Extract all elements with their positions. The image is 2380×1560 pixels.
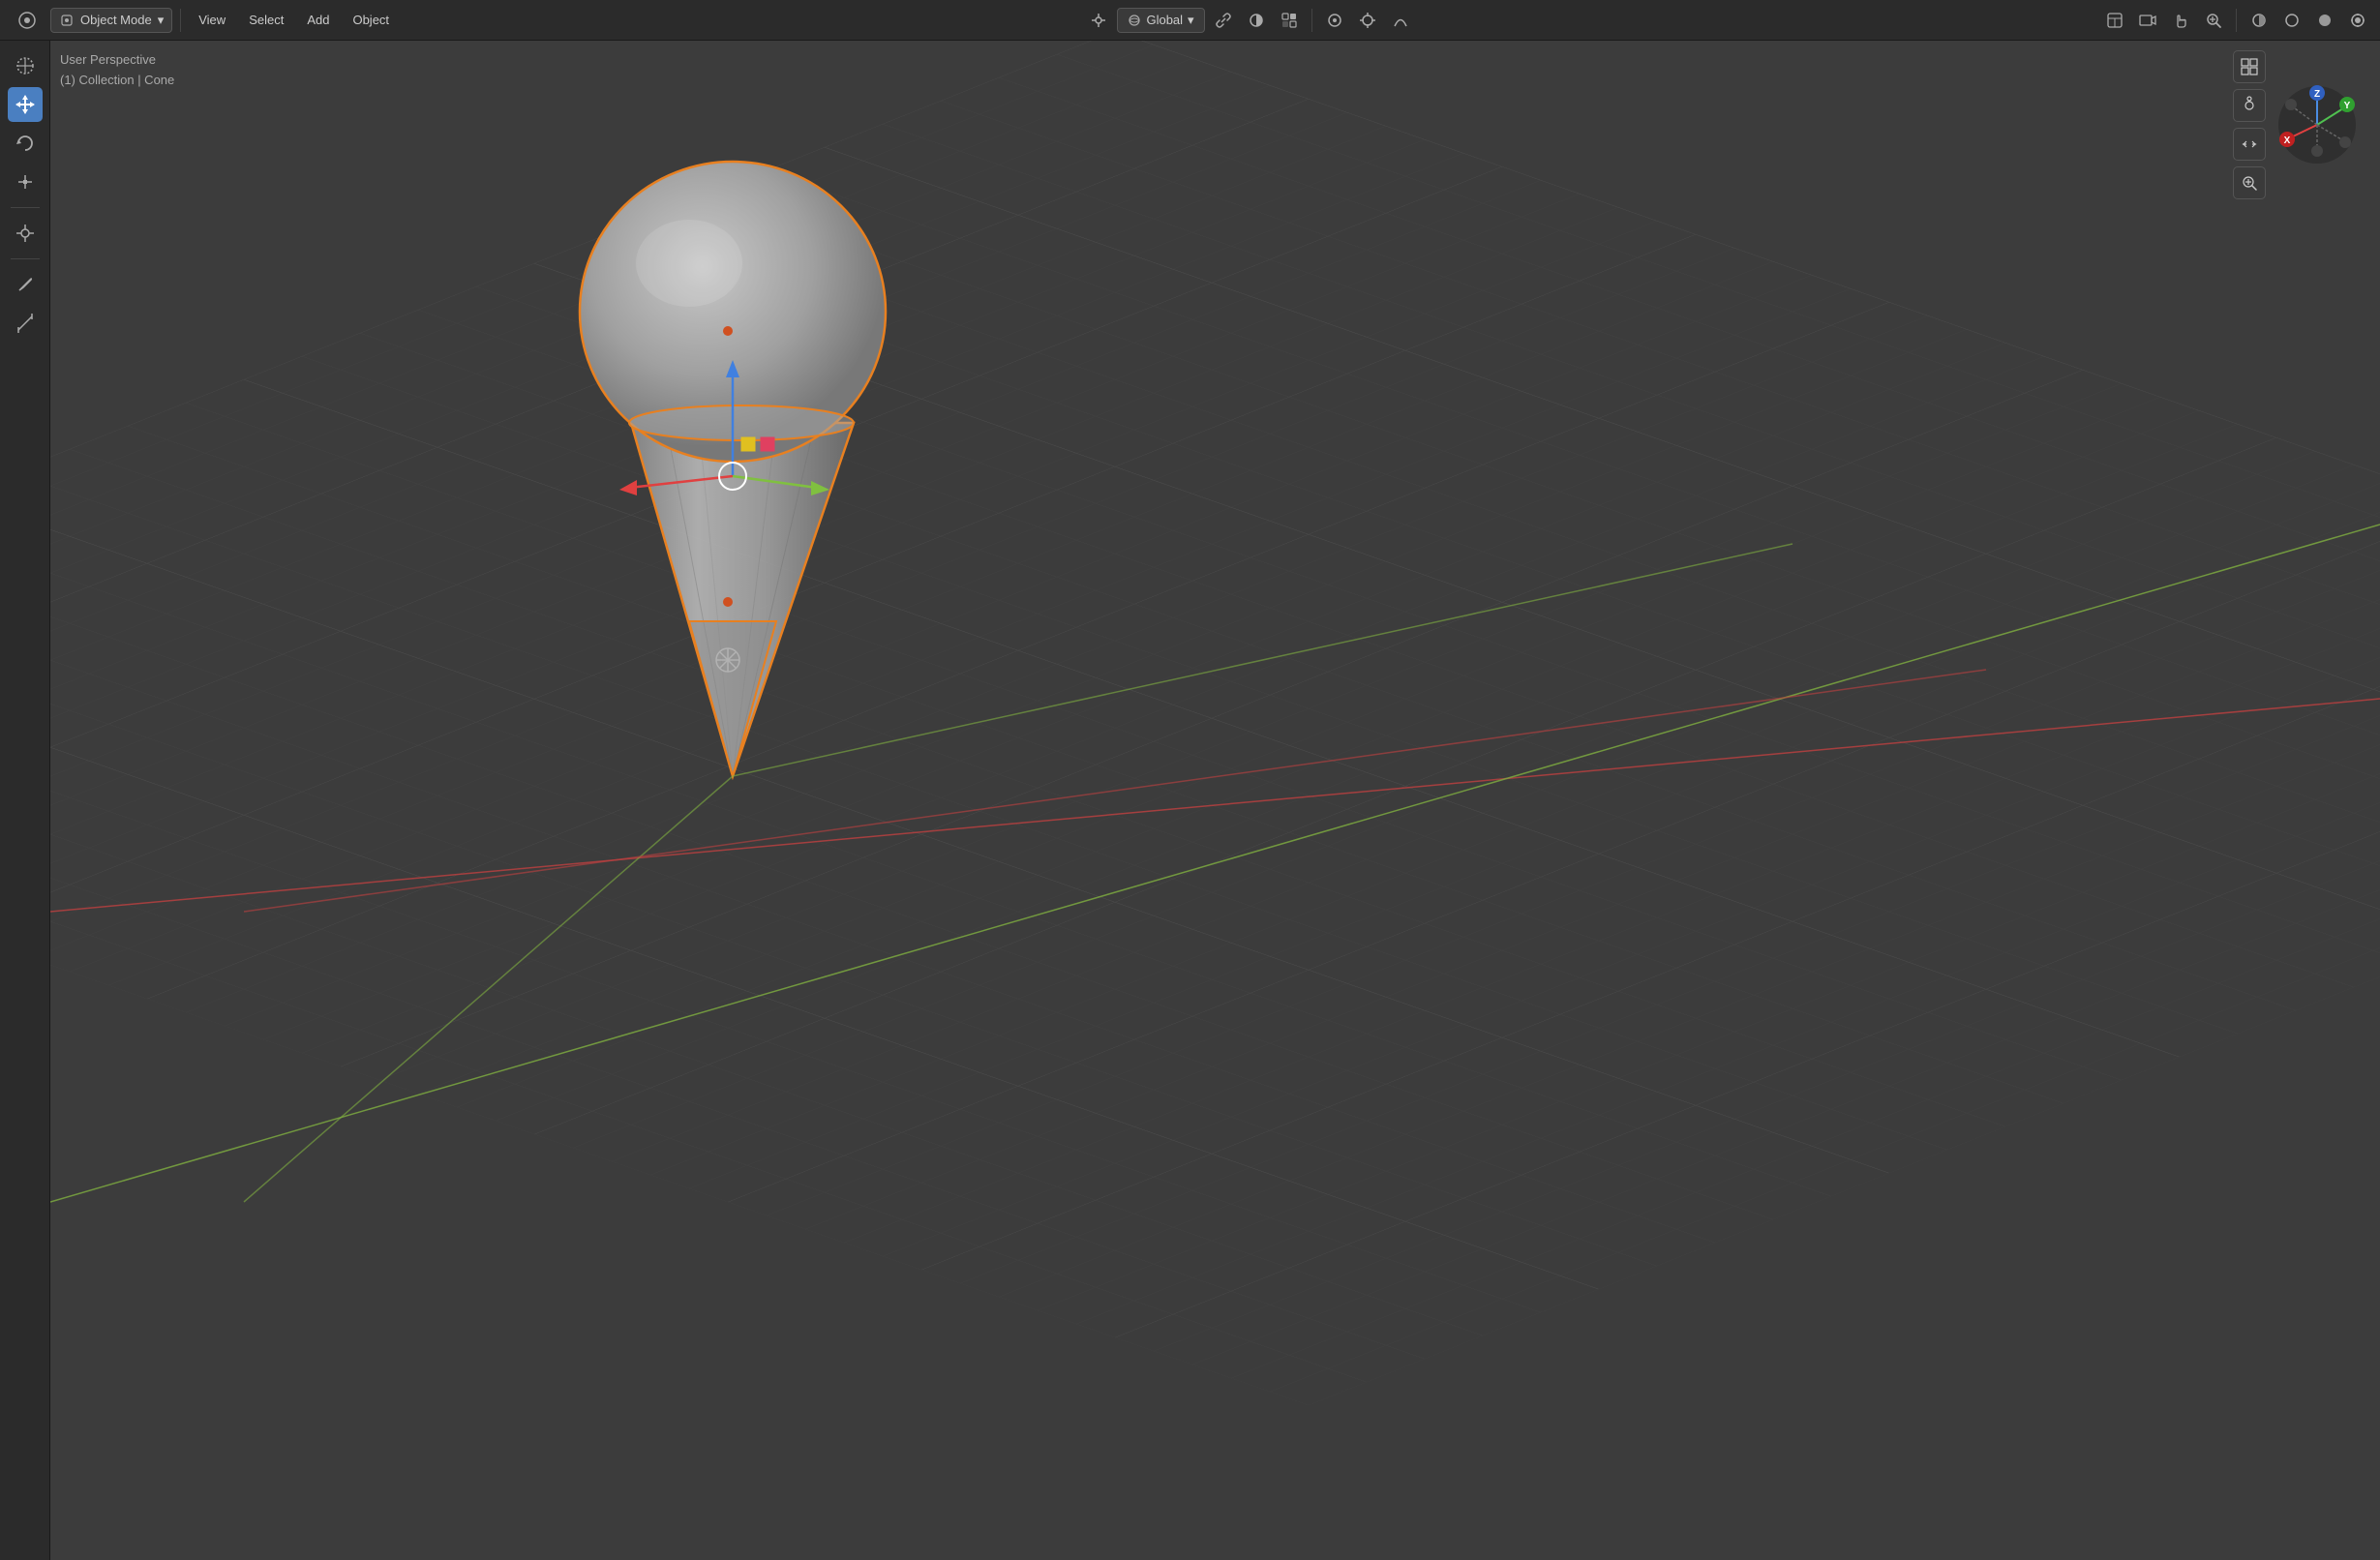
object-mode-label: Object Mode — [80, 13, 152, 27]
scene-3d-objects — [50, 41, 2380, 1560]
top-bar-right — [2100, 7, 2372, 34]
pan-icon[interactable] — [2233, 128, 2266, 161]
scale-tool[interactable] — [8, 165, 43, 199]
divider-center — [1311, 9, 1312, 32]
shading-mode-icon[interactable] — [2277, 7, 2306, 34]
global-label: Global — [1146, 13, 1183, 27]
overlay-btn-right[interactable] — [2244, 7, 2274, 34]
shading-icon[interactable] — [1275, 7, 1304, 34]
axis-navigation-gizmo[interactable]: Z X Y — [2274, 81, 2361, 168]
proportional-icon[interactable] — [1320, 7, 1349, 34]
rendered-icon[interactable] — [2343, 7, 2372, 34]
editor-type-icon[interactable] — [2100, 7, 2129, 34]
falloff-icon[interactable] — [1386, 7, 1415, 34]
viewport-gizmos: Z X Y — [2233, 50, 2361, 199]
viewport-shading-solid[interactable] — [2310, 7, 2339, 34]
left-toolbar — [0, 41, 50, 1560]
annotate-tool[interactable] — [8, 267, 43, 302]
svg-text:Y: Y — [2344, 101, 2351, 111]
global-selector[interactable]: Global ▾ — [1117, 8, 1204, 33]
divider-right — [2236, 9, 2237, 32]
zoom-viewport-icon[interactable] — [2233, 166, 2266, 199]
move-tool[interactable] — [8, 87, 43, 122]
blender-icon-btn[interactable] — [8, 7, 46, 34]
divider-1 — [180, 9, 181, 32]
pivot-icon[interactable] — [1084, 7, 1113, 34]
select-menu[interactable]: Select — [239, 9, 293, 31]
object-menu[interactable]: Object — [343, 9, 399, 31]
top-bar-center: Global ▾ — [403, 7, 2096, 34]
viewport-3d[interactable]: User Perspective (1) Collection | Cone — [50, 41, 2380, 1560]
svg-text:X: X — [2284, 135, 2291, 146]
overlay-icon[interactable] — [1242, 7, 1271, 34]
add-menu[interactable]: Add — [297, 9, 339, 31]
tool-sep-2 — [11, 258, 40, 259]
fly-icon[interactable] — [2233, 89, 2266, 122]
rotate-tool[interactable] — [8, 126, 43, 161]
object-mode-selector[interactable]: Object Mode ▾ — [50, 8, 172, 33]
link-icon[interactable] — [1209, 7, 1238, 34]
gizmo-icon-list — [2233, 50, 2266, 199]
zoom-icon[interactable] — [2199, 7, 2228, 34]
snap-icon[interactable] — [1353, 7, 1382, 34]
view-menu[interactable]: View — [189, 9, 235, 31]
transform-tool[interactable] — [8, 216, 43, 251]
cursor-tool[interactable] — [8, 48, 43, 83]
tool-sep-1 — [11, 207, 40, 208]
svg-text:Z: Z — [2314, 89, 2320, 100]
top-menu-bar: Object Mode ▾ View Select Add Object Glo… — [0, 0, 2380, 41]
measure-tool[interactable] — [8, 306, 43, 341]
camera-icon[interactable] — [2133, 7, 2162, 34]
ortho-grid-icon[interactable] — [2233, 50, 2266, 83]
hand-icon[interactable] — [2166, 7, 2195, 34]
